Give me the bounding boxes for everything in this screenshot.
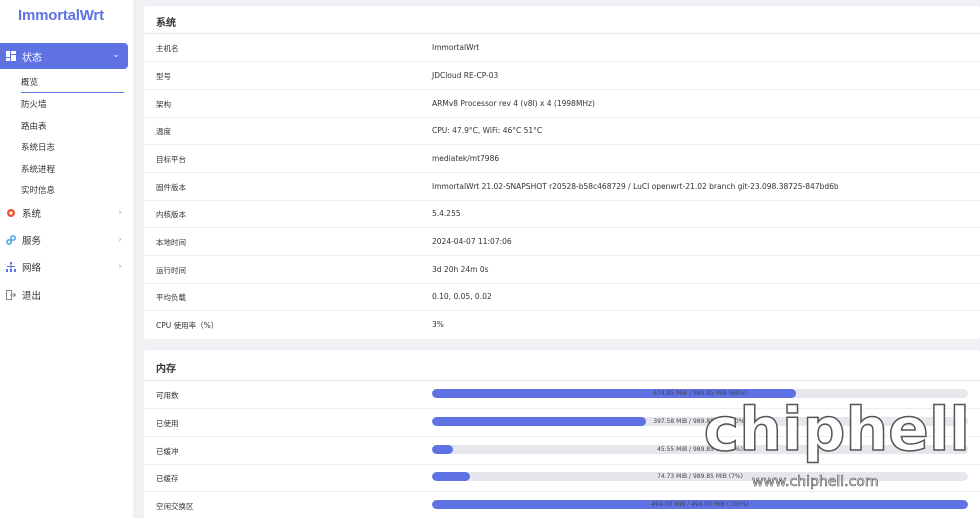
row-value: JDCloud RE-CP-03 (432, 71, 499, 80)
row-label: 本地时间 (156, 238, 186, 247)
table-row: 固件版本 ImmortalWrt 21.02-SNAPSHOT r20528-b… (144, 173, 980, 201)
row-label: 型号 (156, 72, 171, 81)
table-row: 型号 JDCloud RE-CP-03 (144, 62, 980, 90)
row-label: 温度 (156, 127, 171, 136)
app-logo[interactable]: ImmortalWrt (0, 0, 133, 34)
progress-text: 494.00 MiB / 494.00 MiB (100%) (651, 501, 749, 508)
row-value: ImmortalWrt 21.02-SNAPSHOT r20528-b58c46… (432, 182, 839, 191)
table-row: 运行时间 3d 20h 24m 0s (144, 256, 980, 284)
network-icon (6, 262, 16, 272)
sidebar-menu-label: 退出 (22, 291, 42, 302)
row-value: 3% (432, 320, 444, 329)
sidebar-menu-services[interactable]: 服务 › (6, 231, 124, 249)
table-row: CPU 使用率（%） 3% (144, 311, 980, 339)
row-label: 已缓存 (156, 474, 179, 483)
progress-bar: 494.00 MiB / 494.00 MiB (100%) (432, 500, 968, 509)
table-row: 本地时间 2024-04-07 11:07:06 (144, 228, 980, 256)
sidebar-menu-system[interactable]: 系统 › (6, 204, 124, 222)
watermark-logo: chiphell (703, 395, 971, 465)
row-label: 目标平台 (156, 155, 186, 164)
row-label: 可用数 (156, 391, 179, 400)
table-row: 主机名 ImmortalWrt (144, 34, 980, 62)
table-row: 内核版本 5.4.255 (144, 200, 980, 228)
sidebar-sub-syslog[interactable]: 系统日志 (21, 141, 55, 153)
row-value: 0.10, 0.05, 0.02 (432, 292, 492, 301)
chevron-down-icon: ⌄ (112, 50, 120, 60)
sidebar-menu-label: 系统 (22, 209, 42, 220)
row-label: CPU 使用率（%） (156, 321, 219, 330)
system-card: 系统 主机名 ImmortalWrt 型号 JDCloud RE-CP-03 架… (144, 6, 980, 339)
sidebar: ImmortalWrt 状态 ⌄ 概览 防火墙 路由表 系统日志 系统进程 实时… (0, 0, 133, 518)
row-label: 空闲交换区 (156, 502, 194, 511)
progress-bar: 74.73 MiB / 989.85 MiB (7%) (432, 472, 968, 481)
row-value: 3d 20h 24m 0s (432, 265, 489, 274)
sidebar-sub-processes[interactable]: 系统进程 (21, 163, 55, 175)
progress-text: 74.73 MiB / 989.85 MiB (7%) (657, 473, 743, 480)
gear-icon (6, 208, 16, 218)
row-value: ARMv8 Processor rev 4 (v8l) x 4 (1998MHz… (432, 99, 595, 108)
system-card-title: 系统 (144, 6, 980, 34)
sidebar-menu-logout[interactable]: 退出 (6, 286, 124, 304)
row-label: 固件版本 (156, 183, 186, 192)
row-value: mediatek/mt7986 (432, 154, 500, 163)
memory-card-title: 内存 (144, 350, 980, 381)
sidebar-sub-overview[interactable]: 概览 (21, 76, 124, 93)
table-row: 目标平台 mediatek/mt7986 (144, 145, 980, 173)
row-label: 主机名 (156, 44, 179, 53)
row-label: 架构 (156, 100, 171, 109)
row-value: CPU: 47.9°C, WiFi: 46°C 51°C (432, 126, 543, 135)
row-label: 已使用 (156, 419, 179, 428)
dashboard-icon (6, 51, 16, 61)
sidebar-menu-network[interactable]: 网络 › (6, 258, 124, 276)
link-icon (6, 235, 16, 245)
chevron-right-icon: › (118, 208, 122, 218)
sidebar-sub-routes[interactable]: 路由表 (21, 120, 47, 132)
row-value: 2024-04-07 11:07:06 (432, 237, 512, 246)
table-row: 温度 CPU: 47.9°C, WiFi: 46°C 51°C (144, 117, 980, 145)
sidebar-sub-realtime[interactable]: 实时信息 (21, 184, 55, 196)
sidebar-menu-status[interactable]: 状态 ⌄ (0, 43, 128, 69)
row-label: 已缓冲 (156, 447, 179, 456)
row-value: 5.4.255 (432, 209, 461, 218)
row-label: 内核版本 (156, 210, 186, 219)
row-label: 平均负载 (156, 293, 186, 302)
sidebar-sub-firewall[interactable]: 防火墙 (21, 98, 47, 110)
sidebar-menu-label: 服务 (22, 236, 42, 247)
chevron-right-icon: › (118, 262, 122, 272)
sidebar-menu-label: 网络 (22, 263, 42, 274)
table-row: 架构 ARMv8 Processor rev 4 (v8l) x 4 (1998… (144, 90, 980, 118)
watermark-url: www.chiphell.com (752, 474, 879, 491)
table-row: 空闲交换区 494.00 MiB / 494.00 MiB (100%) (144, 492, 980, 518)
sidebar-menu-label: 状态 (22, 52, 42, 64)
row-value: ImmortalWrt (432, 43, 480, 52)
table-row: 平均负载 0.10, 0.05, 0.02 (144, 283, 980, 311)
row-label: 运行时间 (156, 266, 186, 275)
chevron-right-icon: › (118, 235, 122, 245)
logout-icon (6, 290, 17, 300)
